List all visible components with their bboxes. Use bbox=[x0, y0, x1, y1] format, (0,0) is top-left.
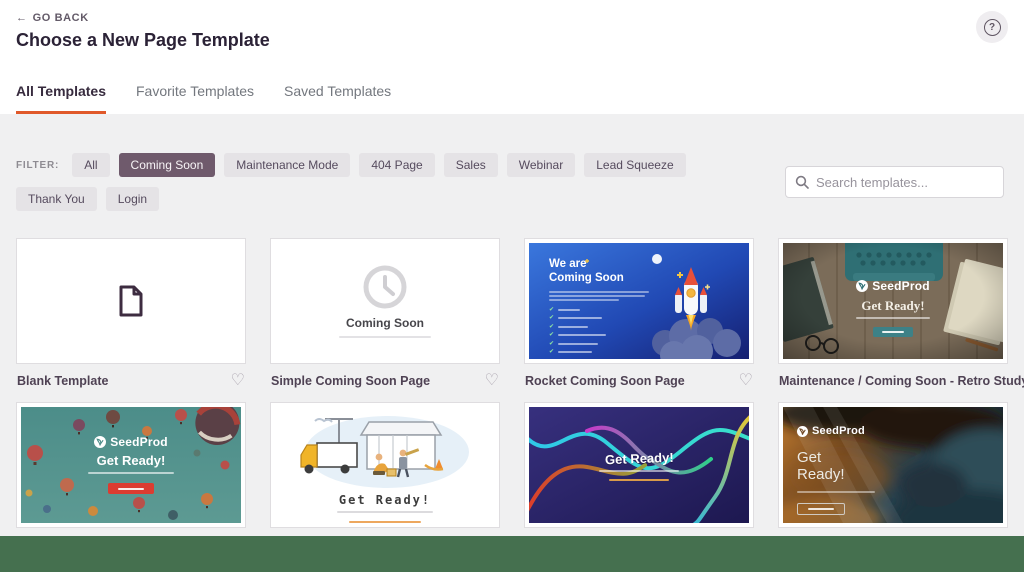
thumb-heading-line2: Ready! bbox=[797, 466, 907, 483]
thumb-paragraph-lines bbox=[549, 291, 654, 301]
seedprod-leaf-icon bbox=[856, 280, 868, 292]
search-icon bbox=[795, 175, 809, 189]
page-header: ← GO BACK Choose a New Page Template ? A… bbox=[0, 0, 1024, 114]
check-icon: ✔ bbox=[549, 315, 554, 321]
thumb-heading: Get Ready! bbox=[339, 493, 431, 507]
template-thumbnail-balloons[interactable]: SeedProd Get Ready! bbox=[16, 402, 246, 528]
thumb-brand: SeedProd bbox=[812, 425, 865, 437]
search-input[interactable] bbox=[816, 175, 994, 190]
thumb-subtext-line bbox=[337, 511, 433, 513]
template-card-truck: Get Ready! bbox=[270, 402, 500, 528]
template-thumbnail-clouds[interactable]: SeedProd Get Ready! bbox=[778, 402, 1008, 528]
filter-maintenance-mode[interactable]: Maintenance Mode bbox=[224, 153, 350, 177]
tab-favorite-templates[interactable]: Favorite Templates bbox=[136, 83, 254, 114]
thumb-subtext-line bbox=[339, 336, 431, 338]
filter-bar: FILTER: All Coming Soon Maintenance Mode… bbox=[16, 153, 756, 211]
go-back-link[interactable]: ← GO BACK bbox=[16, 12, 89, 24]
template-tabs: All Templates Favorite Templates Saved T… bbox=[16, 83, 391, 114]
template-card-simple-coming-soon: Coming Soon Simple Coming Soon Page ♡ bbox=[270, 238, 500, 389]
favorite-heart-icon[interactable]: ♡ bbox=[485, 373, 499, 389]
rocket-thumb-copy: We are Coming Soon ✔ ✔ ✔ ✔ ✔ ✔ bbox=[549, 257, 654, 355]
filter-lead-squeeze[interactable]: Lead Squeeze bbox=[584, 153, 685, 177]
filter-login[interactable]: Login bbox=[106, 187, 159, 211]
tab-saved-templates[interactable]: Saved Templates bbox=[284, 83, 391, 114]
thumb-heading-line1: We are bbox=[549, 257, 654, 271]
page-title: Choose a New Page Template bbox=[16, 30, 270, 51]
thumb-link-line bbox=[349, 521, 421, 523]
template-card-retro-study: SeedProd Get Ready! Maintenance / Coming… bbox=[778, 238, 1008, 389]
thumb-heading-line1: Get bbox=[797, 449, 907, 466]
go-back-label: GO BACK bbox=[33, 12, 89, 24]
check-icon: ✔ bbox=[549, 341, 554, 347]
filter-thank-you[interactable]: Thank You bbox=[16, 187, 97, 211]
template-name: Blank Template bbox=[17, 374, 108, 388]
cloud-line bbox=[315, 419, 332, 422]
template-card-rocket-coming-soon: We are Coming Soon ✔ ✔ ✔ ✔ ✔ ✔ bbox=[524, 238, 754, 389]
template-thumbnail-waves[interactable]: Get Ready! bbox=[524, 402, 754, 528]
question-mark-icon: ? bbox=[984, 19, 1001, 36]
check-icon: ✔ bbox=[549, 307, 554, 313]
thumb-link-line bbox=[609, 479, 669, 481]
seedprod-leaf-icon bbox=[94, 436, 106, 448]
clouds-thumb-copy: SeedProd Get Ready! bbox=[797, 425, 907, 515]
thumb-subtext-line bbox=[88, 472, 174, 474]
balloons-thumb-copy: SeedProd Get Ready! bbox=[21, 435, 241, 494]
document-icon bbox=[118, 285, 144, 317]
filter-label: FILTER: bbox=[16, 160, 59, 171]
back-arrow-icon: ← bbox=[16, 12, 28, 24]
check-icon: ✔ bbox=[549, 332, 554, 338]
thumb-brand: SeedProd bbox=[872, 279, 930, 293]
thumb-heading: Coming Soon bbox=[346, 316, 424, 330]
template-card-waves: Get Ready! bbox=[524, 402, 754, 528]
check-icon: ✔ bbox=[549, 324, 554, 330]
template-name: Maintenance / Coming Soon - Retro Study bbox=[779, 374, 1024, 388]
thumb-subtext-line bbox=[797, 491, 875, 493]
thumb-cta-button bbox=[108, 483, 154, 494]
template-name: Rocket Coming Soon Page bbox=[525, 374, 685, 388]
thumb-checklist: ✔ ✔ ✔ ✔ ✔ ✔ bbox=[549, 307, 654, 356]
search-box bbox=[785, 166, 1004, 198]
thumb-heading: Get Ready! bbox=[604, 450, 673, 467]
filter-404-page[interactable]: 404 Page bbox=[359, 153, 434, 177]
template-thumbnail-blank[interactable] bbox=[16, 238, 246, 364]
clock-icon bbox=[362, 264, 408, 310]
thumb-subtext-line bbox=[599, 470, 679, 472]
seedprod-leaf-icon bbox=[797, 426, 808, 437]
filter-sales[interactable]: Sales bbox=[444, 153, 498, 177]
template-card-blank: Blank Template ♡ bbox=[16, 238, 246, 389]
retro-thumb-copy: SeedProd Get Ready! bbox=[783, 279, 1003, 337]
help-button[interactable]: ? bbox=[976, 11, 1008, 43]
favorite-heart-icon[interactable]: ♡ bbox=[231, 373, 245, 389]
template-card-balloons: SeedProd Get Ready! bbox=[16, 402, 246, 528]
footer-bar bbox=[0, 536, 1024, 572]
template-thumbnail-truck[interactable]: Get Ready! bbox=[270, 402, 500, 528]
template-card-clouds: SeedProd Get Ready! bbox=[778, 402, 1008, 528]
filter-all[interactable]: All bbox=[72, 153, 109, 177]
template-thumbnail-retro-study[interactable]: SeedProd Get Ready! bbox=[778, 238, 1008, 364]
thumb-heading: Get Ready! bbox=[861, 298, 924, 314]
thumb-cta-button bbox=[797, 503, 845, 515]
template-name: Simple Coming Soon Page bbox=[271, 374, 430, 388]
template-thumbnail-rocket-coming-soon[interactable]: We are Coming Soon ✔ ✔ ✔ ✔ ✔ ✔ bbox=[524, 238, 754, 364]
check-icon: ✔ bbox=[549, 349, 554, 355]
thumb-brand: SeedProd bbox=[110, 435, 168, 449]
filter-webinar[interactable]: Webinar bbox=[507, 153, 575, 177]
waves-thumb-copy: Get Ready! bbox=[529, 451, 749, 481]
thumb-heading: Get Ready! bbox=[97, 453, 166, 468]
favorite-heart-icon[interactable]: ♡ bbox=[739, 373, 753, 389]
filter-coming-soon[interactable]: Coming Soon bbox=[119, 153, 216, 177]
box-shape bbox=[387, 469, 396, 476]
thumb-cta-button bbox=[873, 327, 913, 337]
tab-all-templates[interactable]: All Templates bbox=[16, 83, 106, 114]
truck-thumb-copy: Get Ready! bbox=[275, 493, 495, 523]
template-thumbnail-simple-coming-soon[interactable]: Coming Soon bbox=[270, 238, 500, 364]
thumb-heading-line2: Coming Soon bbox=[549, 271, 654, 285]
thumb-subtext-line bbox=[856, 317, 930, 319]
